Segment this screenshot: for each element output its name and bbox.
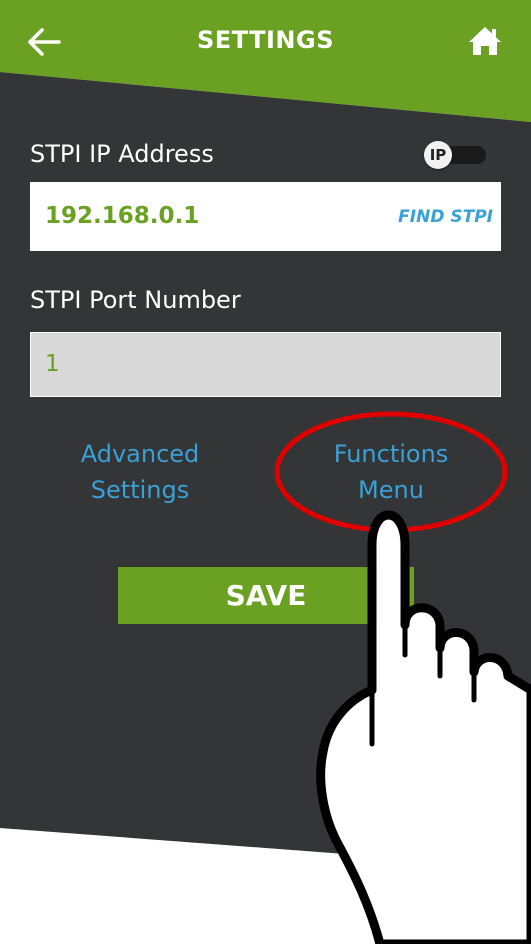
ip-address-field[interactable]: 192.168.0.1 FIND STPI <box>30 182 501 251</box>
ip-address-label: STPI IP Address <box>30 140 214 168</box>
home-button[interactable] <box>468 24 502 58</box>
home-icon <box>469 27 501 55</box>
port-number-label: STPI Port Number <box>30 286 241 314</box>
save-button[interactable]: SAVE <box>118 567 414 624</box>
port-number-field[interactable]: 1 <box>30 332 501 397</box>
ip-address-value: 192.168.0.1 <box>45 203 200 229</box>
ip-toggle-knob: IP <box>424 141 452 169</box>
functions-menu-line1: Functions <box>333 440 449 468</box>
find-stpi-button[interactable]: FIND STPI <box>398 207 493 227</box>
functions-menu-link[interactable]: Functions Menu <box>291 436 491 508</box>
advanced-settings-line2: Settings <box>90 476 190 504</box>
advanced-settings-line1: Advanced <box>80 440 200 468</box>
page-title: SETTINGS <box>197 26 334 54</box>
advanced-settings-link[interactable]: Advanced Settings <box>40 436 240 508</box>
functions-menu-line2: Menu <box>358 476 424 504</box>
ip-toggle[interactable]: IP <box>424 141 486 169</box>
port-number-value: 1 <box>45 351 60 377</box>
